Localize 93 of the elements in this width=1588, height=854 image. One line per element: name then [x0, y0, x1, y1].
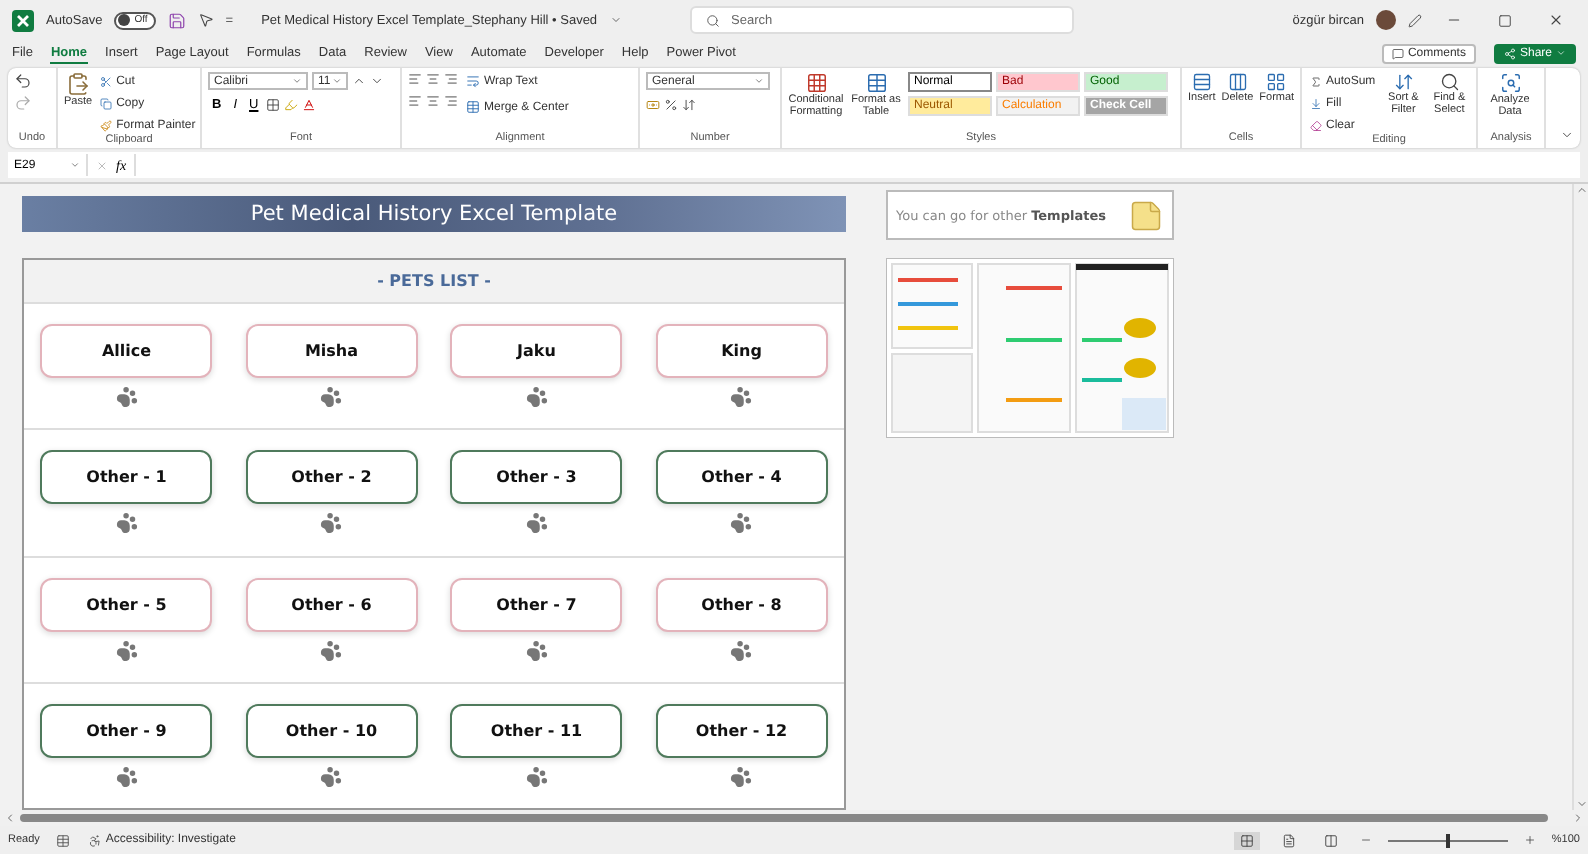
paw-print-icon: [730, 639, 753, 662]
paw-print-icon: [730, 512, 753, 535]
align-left-icon[interactable]: [408, 94, 422, 108]
sigma-icon: [1310, 75, 1322, 87]
share-icon: [1503, 47, 1516, 59]
sheet-stats-icon: [55, 833, 70, 847]
save-icon[interactable]: [167, 11, 186, 29]
sort-icon: [1393, 72, 1414, 92]
pet-name-card[interactable]: Misha: [245, 324, 418, 379]
zoom-in-icon[interactable]: [1523, 834, 1536, 846]
pet-name-card[interactable]: Other - 1: [40, 450, 213, 505]
caret-icon: [70, 160, 80, 170]
restore-icon: [1498, 13, 1512, 27]
grid-icon: [805, 72, 827, 94]
percent-icon[interactable]: [664, 98, 678, 112]
speech-bubble-icon: [1391, 47, 1404, 59]
copy-icon: [100, 97, 113, 109]
excel-logo-icon: [12, 9, 34, 31]
table-icon: [865, 72, 887, 94]
close-icon: [1548, 12, 1564, 28]
pet-name-card[interactable]: Other - 8: [655, 577, 828, 632]
scroll-right-icon[interactable]: [1572, 812, 1584, 824]
analyze-icon: [1499, 72, 1521, 94]
pet-name-card[interactable]: Other - 5: [40, 577, 213, 632]
zoom-slider-thumb[interactable]: [1445, 833, 1450, 847]
pointer-icon[interactable]: [197, 12, 214, 28]
pet-name-card[interactable]: Other - 10: [245, 703, 418, 758]
paw-print-icon: [320, 512, 343, 535]
search-icon: [705, 14, 720, 28]
caret-icon: [292, 76, 302, 86]
sticky-note-icon[interactable]: [1128, 197, 1164, 233]
normal-view-icon: [1239, 833, 1254, 847]
panel-heading: - PETS LIST -: [24, 260, 844, 304]
view-button[interactable]: [1233, 831, 1260, 849]
scroll-up-icon[interactable]: [1575, 184, 1587, 196]
search-icon: [1439, 72, 1460, 92]
chevron-down-icon[interactable]: [609, 14, 622, 26]
rows-icon: [1191, 72, 1212, 92]
wrap-text-icon: [466, 74, 480, 88]
paw-print-icon: [730, 386, 753, 409]
eraser-icon: [1310, 119, 1322, 131]
paw-print-icon: [525, 639, 548, 662]
paw-print-icon: [525, 386, 548, 409]
collapse-ribbon-icon[interactable]: [1560, 128, 1574, 142]
currency-icon[interactable]: [646, 98, 660, 112]
sheet-banner: Pet Medical History Excel Template: [22, 196, 846, 232]
scissors-icon: [100, 75, 113, 87]
pet-name-card[interactable]: Other - 2: [245, 450, 418, 505]
zoom-out-icon[interactable]: [1359, 834, 1372, 846]
undo-icon[interactable]: [14, 72, 32, 90]
pet-name-card[interactable]: King: [655, 324, 828, 379]
paw-print-icon: [115, 512, 138, 535]
caret-icon: [332, 76, 342, 86]
decrease-font-icon[interactable]: [370, 74, 384, 88]
scroll-down-icon[interactable]: [1575, 798, 1587, 810]
clipboard-icon: [66, 72, 91, 96]
layout-icon: [1266, 72, 1287, 92]
paintbrush-icon: [100, 119, 113, 131]
paw-print-icon: [320, 386, 343, 409]
horizontal-scrollbar-thumb[interactable]: [20, 814, 1548, 822]
pet-name-card[interactable]: Allice: [40, 324, 213, 379]
paw-print-icon: [320, 639, 343, 662]
borders-icon[interactable]: [266, 98, 281, 112]
pen-icon[interactable]: [1408, 13, 1422, 27]
paw-print-icon: [115, 639, 138, 662]
pet-name-card[interactable]: Other - 12: [655, 703, 828, 758]
align-right-icon[interactable]: [444, 94, 458, 108]
paw-print-icon: [320, 765, 343, 788]
scroll-left-icon[interactable]: [4, 812, 16, 824]
cancel-icon[interactable]: [96, 159, 108, 171]
pet-name-card[interactable]: Other - 3: [450, 450, 623, 505]
fill-icon: [1310, 97, 1322, 109]
avatar-circle[interactable]: [1376, 10, 1396, 30]
pet-name-card[interactable]: Jaku: [450, 324, 623, 379]
pet-name-card[interactable]: Other - 7: [450, 577, 623, 632]
pet-name-card[interactable]: Other - 6: [245, 577, 418, 632]
page-layout-icon: [1281, 833, 1296, 847]
align-center-icon[interactable]: [426, 94, 440, 108]
pet-name-card[interactable]: Other - 11: [450, 703, 623, 758]
paw-print-icon: [730, 765, 753, 788]
paw-print-icon: [525, 765, 548, 788]
caret-icon: [1556, 48, 1566, 58]
paw-print-icon: [115, 386, 138, 409]
columns-icon: [1227, 72, 1248, 92]
font-color-icon[interactable]: [302, 98, 317, 112]
paw-print-icon: [525, 512, 548, 535]
increase-font-icon[interactable]: [352, 74, 366, 88]
accessibility-icon: [87, 833, 102, 847]
page-break-icon: [1323, 833, 1338, 847]
paw-print-icon: [115, 765, 138, 788]
pet-name-card[interactable]: Other - 9: [40, 703, 213, 758]
caret-icon: [754, 76, 764, 86]
pet-name-card[interactable]: Other - 4: [655, 450, 828, 505]
